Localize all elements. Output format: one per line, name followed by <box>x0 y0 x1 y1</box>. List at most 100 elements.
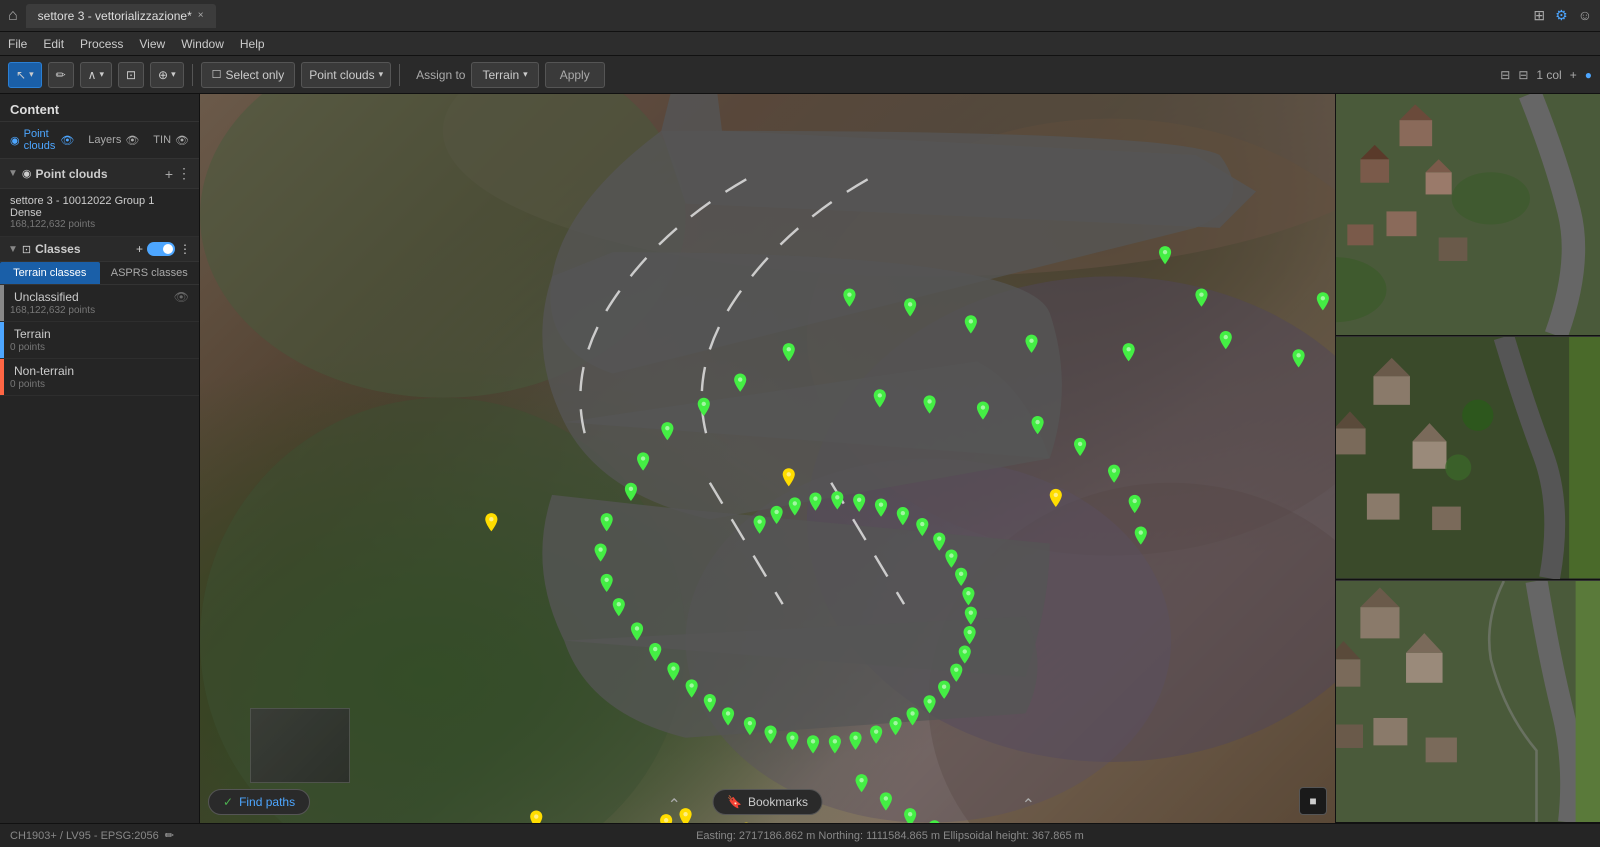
apply-button[interactable]: Apply <box>545 62 605 88</box>
class-item-unclassified[interactable]: Unclassified 👁 168,122,632 points <box>0 285 199 322</box>
point-cloud-icon: ◉ <box>22 167 32 180</box>
add-class-icon[interactable]: + <box>136 242 143 256</box>
content-header: Content <box>0 94 199 122</box>
menu-help[interactable]: Help <box>240 37 265 51</box>
terrain-classes-tab[interactable]: Terrain classes <box>0 262 100 284</box>
select-tool-button[interactable]: ↖ ▾ <box>8 62 42 88</box>
content-label: Content <box>10 102 59 117</box>
right-panel <box>1335 94 1600 823</box>
settings-icon[interactable]: ⚙ <box>1555 7 1568 24</box>
more-dropdown-icon: ▾ <box>171 69 176 80</box>
collapse-point-clouds-icon[interactable]: ▼ <box>8 168 18 179</box>
terrain-class-label: Terrain <box>14 327 51 341</box>
filter-icon[interactable]: ⊟ <box>1518 68 1528 82</box>
bookmarks-label: Bookmarks <box>748 795 808 809</box>
class-item-nonterrain[interactable]: Non-terrain 0 points <box>0 359 199 396</box>
classes-section-header: ▼ ⊡ Classes + ⋮ <box>0 237 199 262</box>
draw-tool-button[interactable]: ✏ <box>48 62 74 88</box>
thumbnail-1[interactable] <box>1336 94 1600 336</box>
statusbar: CH1903+ / LV95 - EPSG:2056 ✏ Easting: 27… <box>0 823 1600 847</box>
point-cloud-count: 168,122,632 points <box>10 219 189 230</box>
select-only-button[interactable]: ☐ Select only <box>201 62 296 88</box>
sidebar: Content ◉ Point clouds 👁 Layers 👁 TIN 👁 … <box>0 94 200 823</box>
class-tabs: Terrain classes ASPRS classes <box>0 262 199 285</box>
asprs-classes-tab[interactable]: ASPRS classes <box>100 262 200 284</box>
find-paths-label: Find paths <box>239 795 295 809</box>
dot-indicator: ● <box>1585 68 1592 82</box>
account-icon[interactable]: ☺ <box>1578 7 1592 24</box>
point-clouds-dropdown-icon: ▾ <box>379 69 384 80</box>
close-tab-icon[interactable]: × <box>198 10 204 21</box>
map-area[interactable]: ✓ Find paths 🔖 Bookmarks ■ ⌃ ⌃ <box>200 94 1335 823</box>
collapse-bottom-right[interactable]: ⌃ <box>1022 795 1035 815</box>
add-point-cloud-icon[interactable]: + <box>165 166 173 182</box>
menu-window[interactable]: Window <box>181 37 224 51</box>
draw-icon: ✏ <box>56 68 66 82</box>
grid-icon[interactable]: ⊞ <box>1533 7 1545 24</box>
settings-toolbar-icon[interactable]: ⊟ <box>1500 68 1510 82</box>
thumbnail-2[interactable] <box>1336 336 1600 579</box>
point-clouds-dropdown[interactable]: Point clouds ▾ <box>301 62 391 88</box>
more-tools-button[interactable]: ⊕ ▾ <box>150 62 184 88</box>
menu-view[interactable]: View <box>139 37 165 51</box>
nonterrain-class-label: Non-terrain <box>14 364 74 378</box>
point-cloud-item[interactable]: settore 3 - 10012022 Group 1 Dense 168,1… <box>0 189 199 237</box>
panel-tab-tin[interactable]: TIN 👁 <box>153 128 189 152</box>
map-canvas[interactable]: ✓ Find paths 🔖 Bookmarks ■ ⌃ ⌃ <box>200 94 1335 823</box>
add-col-icon[interactable]: + <box>1570 68 1577 82</box>
terrain-dropdown[interactable]: Terrain ▾ <box>471 62 538 88</box>
select-dropdown-icon: ▾ <box>29 69 34 80</box>
terrain-dropdown-icon: ▾ <box>523 69 528 80</box>
unclassified-label: Unclassified <box>14 290 79 304</box>
unclassified-eye-icon[interactable]: 👁 <box>174 290 189 304</box>
classes-icon: ⊡ <box>22 243 31 256</box>
nonterrain-count: 0 points <box>10 379 189 390</box>
polyline-icon: ∧ <box>88 68 97 82</box>
collapse-classes-icon[interactable]: ▼ <box>8 244 18 255</box>
panel-tabs: ◉ Point clouds 👁 Layers 👁 TIN 👁 <box>0 122 199 159</box>
map-bottom-left: ✓ Find paths <box>208 789 310 815</box>
point-clouds-section-title: Point clouds <box>36 167 161 181</box>
point-clouds-section-header: ▼ ◉ Point clouds + ⋮ <box>0 159 199 189</box>
collapse-bottom-left[interactable]: ⌃ <box>668 795 681 815</box>
rect-icon: ⊡ <box>126 68 136 82</box>
more-classes-icon[interactable]: ⋮ <box>179 242 191 256</box>
home-icon[interactable]: ⌂ <box>8 7 18 25</box>
map-svg <box>200 94 1335 823</box>
more-icon: ⊕ <box>158 68 168 82</box>
class-item-terrain[interactable]: Terrain 0 points <box>0 322 199 359</box>
eye-icon[interactable]: 👁 <box>60 134 74 147</box>
point-cloud-name: settore 3 - 10012022 Group 1 Dense <box>10 195 189 219</box>
more-point-cloud-icon[interactable]: ⋮ <box>177 165 191 182</box>
status-left: CH1903+ / LV95 - EPSG:2056 ✏ <box>10 829 174 842</box>
menubar: File Edit Process View Window Help <box>0 32 1600 56</box>
stop-button[interactable]: ■ <box>1299 787 1327 815</box>
select-icon: ↖ <box>16 68 26 82</box>
thumbnail-3[interactable] <box>1336 580 1600 823</box>
point-clouds-label: Point clouds <box>309 68 374 82</box>
crs-label: CH1903+ / LV95 - EPSG:2056 <box>10 830 159 842</box>
toolbar-right: ⊟ ⊟ 1 col + ● <box>1500 68 1592 82</box>
terrain-count: 0 points <box>10 342 189 353</box>
status-coordinates: Easting: 2717186.862 m Northing: 1111584… <box>190 830 1590 842</box>
find-paths-button[interactable]: ✓ Find paths <box>208 789 310 815</box>
classes-toggle[interactable] <box>147 242 175 256</box>
layers-eye-icon[interactable]: 👁 <box>125 134 139 147</box>
menu-edit[interactable]: Edit <box>43 37 64 51</box>
panel-tab-layers[interactable]: Layers 👁 <box>88 128 139 152</box>
bookmarks-button[interactable]: 🔖 Bookmarks <box>712 789 823 815</box>
menu-file[interactable]: File <box>8 37 27 51</box>
polyline-dropdown-icon: ▾ <box>99 69 104 80</box>
classes-section-title: Classes <box>35 242 132 256</box>
select-only-label: Select only <box>226 68 285 82</box>
stop-icon: ■ <box>1309 794 1316 808</box>
toolbar-separator-2 <box>399 64 400 86</box>
toolbar-separator-1 <box>192 64 193 86</box>
polyline-tool-button[interactable]: ∧ ▾ <box>80 62 112 88</box>
active-tab[interactable]: settore 3 - vettorializzazione* × <box>26 4 216 28</box>
panel-tab-point-clouds[interactable]: ◉ Point clouds 👁 <box>10 128 74 152</box>
tin-eye-icon[interactable]: 👁 <box>175 134 189 147</box>
rect-tool-button[interactable]: ⊡ <box>118 62 144 88</box>
menu-process[interactable]: Process <box>80 37 123 51</box>
edit-crs-icon[interactable]: ✏ <box>165 829 174 842</box>
